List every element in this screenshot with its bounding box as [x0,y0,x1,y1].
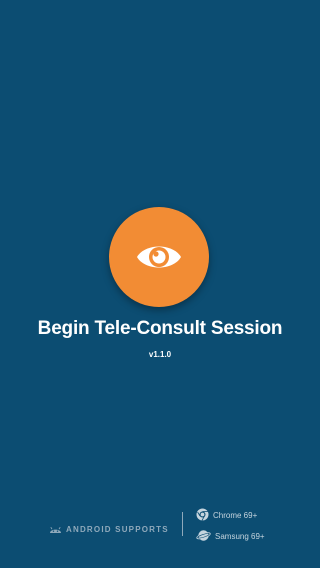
samsung-internet-icon [196,529,211,544]
browser-label-chrome: Chrome 69+ [213,511,258,520]
browser-label-samsung: Samsung 69+ [215,532,265,541]
browser-item-chrome: Chrome 69+ [196,508,257,523]
chrome-icon [196,508,209,523]
eye-icon [135,240,183,274]
android-support: ANDROID SUPPORTS [49,520,169,538]
app-logo [109,207,209,307]
splash-screen: Begin Tele-Consult Session v1.1.0 ANDROI… [0,0,320,568]
version-label: v1.1.0 [148,350,172,359]
browser-support-footer: ANDROID SUPPORTS Chrome 69+ Samsung 69+ [0,503,320,545]
browser-item-samsung: Samsung 69+ [196,529,265,544]
android-icon [49,520,62,538]
footer-divider [182,512,183,536]
page-title: Begin Tele-Consult Session [37,318,283,339]
android-support-label: ANDROID SUPPORTS [66,524,169,534]
